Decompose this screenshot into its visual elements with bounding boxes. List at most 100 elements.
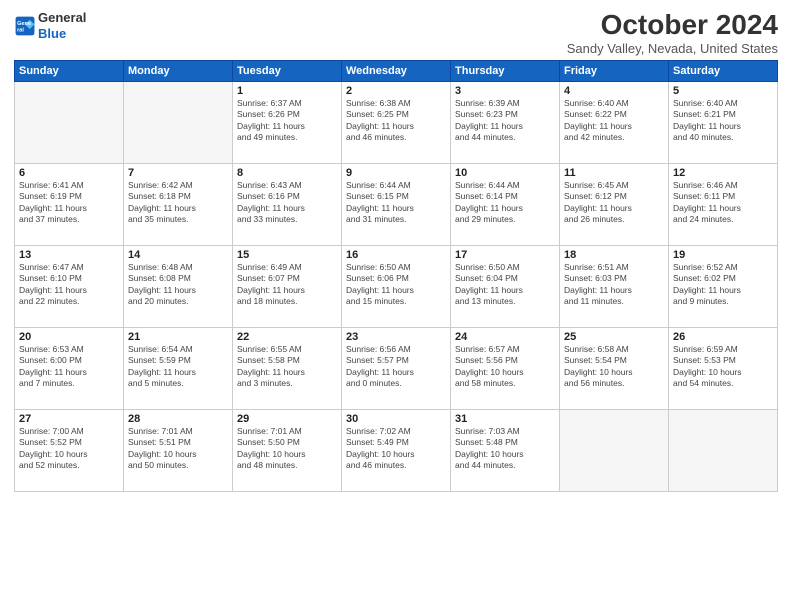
day-number: 20 [19,331,119,343]
day-detail: Sunrise: 6:55 AM Sunset: 5:58 PM Dayligh… [237,344,337,390]
day-detail: Sunrise: 6:45 AM Sunset: 6:12 PM Dayligh… [564,180,664,226]
weekday-header: Friday [560,60,669,81]
calendar-cell: 5Sunrise: 6:40 AM Sunset: 6:21 PM Daylig… [669,81,778,163]
calendar-cell: 12Sunrise: 6:46 AM Sunset: 6:11 PM Dayli… [669,163,778,245]
calendar-cell: 17Sunrise: 6:50 AM Sunset: 6:04 PM Dayli… [451,245,560,327]
title-block: October 2024 Sandy Valley, Nevada, Unite… [567,10,778,56]
logo: Gene ral General Blue [14,10,86,41]
day-detail: Sunrise: 6:56 AM Sunset: 5:57 PM Dayligh… [346,344,446,390]
day-number: 17 [455,249,555,261]
location: Sandy Valley, Nevada, United States [567,41,778,56]
calendar-cell: 29Sunrise: 7:01 AM Sunset: 5:50 PM Dayli… [233,409,342,491]
calendar-cell: 21Sunrise: 6:54 AM Sunset: 5:59 PM Dayli… [124,327,233,409]
day-detail: Sunrise: 6:51 AM Sunset: 6:03 PM Dayligh… [564,262,664,308]
day-detail: Sunrise: 6:57 AM Sunset: 5:56 PM Dayligh… [455,344,555,390]
calendar-cell: 22Sunrise: 6:55 AM Sunset: 5:58 PM Dayli… [233,327,342,409]
day-number: 13 [19,249,119,261]
weekday-header: Thursday [451,60,560,81]
day-detail: Sunrise: 6:50 AM Sunset: 6:06 PM Dayligh… [346,262,446,308]
day-number: 16 [346,249,446,261]
day-number: 22 [237,331,337,343]
day-detail: Sunrise: 6:47 AM Sunset: 6:10 PM Dayligh… [19,262,119,308]
day-detail: Sunrise: 6:48 AM Sunset: 6:08 PM Dayligh… [128,262,228,308]
weekday-header: Tuesday [233,60,342,81]
day-number: 12 [673,167,773,179]
calendar-cell [560,409,669,491]
calendar-cell: 18Sunrise: 6:51 AM Sunset: 6:03 PM Dayli… [560,245,669,327]
day-detail: Sunrise: 6:52 AM Sunset: 6:02 PM Dayligh… [673,262,773,308]
weekday-header: Saturday [669,60,778,81]
day-detail: Sunrise: 6:50 AM Sunset: 6:04 PM Dayligh… [455,262,555,308]
calendar-cell [15,81,124,163]
day-number: 1 [237,85,337,97]
calendar-cell: 30Sunrise: 7:02 AM Sunset: 5:49 PM Dayli… [342,409,451,491]
day-detail: Sunrise: 6:41 AM Sunset: 6:19 PM Dayligh… [19,180,119,226]
day-number: 18 [564,249,664,261]
day-number: 3 [455,85,555,97]
calendar-cell: 28Sunrise: 7:01 AM Sunset: 5:51 PM Dayli… [124,409,233,491]
day-detail: Sunrise: 6:42 AM Sunset: 6:18 PM Dayligh… [128,180,228,226]
calendar-cell: 19Sunrise: 6:52 AM Sunset: 6:02 PM Dayli… [669,245,778,327]
calendar-cell: 15Sunrise: 6:49 AM Sunset: 6:07 PM Dayli… [233,245,342,327]
day-detail: Sunrise: 7:03 AM Sunset: 5:48 PM Dayligh… [455,426,555,472]
header: Gene ral General Blue October 2024 Sandy… [14,10,778,56]
weekday-header-row: SundayMondayTuesdayWednesdayThursdayFrid… [15,60,778,81]
day-detail: Sunrise: 6:40 AM Sunset: 6:21 PM Dayligh… [673,98,773,144]
day-detail: Sunrise: 6:40 AM Sunset: 6:22 PM Dayligh… [564,98,664,144]
calendar-week-row: 6Sunrise: 6:41 AM Sunset: 6:19 PM Daylig… [15,163,778,245]
day-number: 21 [128,331,228,343]
calendar-week-row: 20Sunrise: 6:53 AM Sunset: 6:00 PM Dayli… [15,327,778,409]
calendar-cell: 25Sunrise: 6:58 AM Sunset: 5:54 PM Dayli… [560,327,669,409]
calendar-cell: 9Sunrise: 6:44 AM Sunset: 6:15 PM Daylig… [342,163,451,245]
calendar-cell: 8Sunrise: 6:43 AM Sunset: 6:16 PM Daylig… [233,163,342,245]
calendar-cell: 7Sunrise: 6:42 AM Sunset: 6:18 PM Daylig… [124,163,233,245]
calendar-cell [669,409,778,491]
calendar-cell: 27Sunrise: 7:00 AM Sunset: 5:52 PM Dayli… [15,409,124,491]
day-number: 9 [346,167,446,179]
day-number: 6 [19,167,119,179]
day-detail: Sunrise: 6:54 AM Sunset: 5:59 PM Dayligh… [128,344,228,390]
calendar-week-row: 13Sunrise: 6:47 AM Sunset: 6:10 PM Dayli… [15,245,778,327]
calendar-cell: 11Sunrise: 6:45 AM Sunset: 6:12 PM Dayli… [560,163,669,245]
day-number: 15 [237,249,337,261]
calendar-cell: 3Sunrise: 6:39 AM Sunset: 6:23 PM Daylig… [451,81,560,163]
day-number: 31 [455,413,555,425]
calendar-cell: 4Sunrise: 6:40 AM Sunset: 6:22 PM Daylig… [560,81,669,163]
day-number: 23 [346,331,446,343]
day-number: 30 [346,413,446,425]
day-number: 29 [237,413,337,425]
calendar-cell: 10Sunrise: 6:44 AM Sunset: 6:14 PM Dayli… [451,163,560,245]
calendar-table: SundayMondayTuesdayWednesdayThursdayFrid… [14,60,778,492]
weekday-header: Sunday [15,60,124,81]
logo-line2: Blue [38,26,86,42]
calendar-cell: 13Sunrise: 6:47 AM Sunset: 6:10 PM Dayli… [15,245,124,327]
day-detail: Sunrise: 7:01 AM Sunset: 5:50 PM Dayligh… [237,426,337,472]
calendar-cell: 6Sunrise: 6:41 AM Sunset: 6:19 PM Daylig… [15,163,124,245]
calendar-week-row: 1Sunrise: 6:37 AM Sunset: 6:26 PM Daylig… [15,81,778,163]
day-detail: Sunrise: 6:59 AM Sunset: 5:53 PM Dayligh… [673,344,773,390]
day-number: 5 [673,85,773,97]
day-number: 4 [564,85,664,97]
day-number: 14 [128,249,228,261]
day-detail: Sunrise: 6:49 AM Sunset: 6:07 PM Dayligh… [237,262,337,308]
day-number: 28 [128,413,228,425]
day-detail: Sunrise: 6:38 AM Sunset: 6:25 PM Dayligh… [346,98,446,144]
calendar-cell: 20Sunrise: 6:53 AM Sunset: 6:00 PM Dayli… [15,327,124,409]
day-detail: Sunrise: 6:44 AM Sunset: 6:14 PM Dayligh… [455,180,555,226]
day-number: 26 [673,331,773,343]
calendar-week-row: 27Sunrise: 7:00 AM Sunset: 5:52 PM Dayli… [15,409,778,491]
day-detail: Sunrise: 7:00 AM Sunset: 5:52 PM Dayligh… [19,426,119,472]
day-number: 2 [346,85,446,97]
logo-line1: General [38,10,86,26]
day-detail: Sunrise: 6:58 AM Sunset: 5:54 PM Dayligh… [564,344,664,390]
weekday-header: Monday [124,60,233,81]
day-detail: Sunrise: 6:53 AM Sunset: 6:00 PM Dayligh… [19,344,119,390]
day-detail: Sunrise: 7:02 AM Sunset: 5:49 PM Dayligh… [346,426,446,472]
day-detail: Sunrise: 6:39 AM Sunset: 6:23 PM Dayligh… [455,98,555,144]
calendar-cell: 26Sunrise: 6:59 AM Sunset: 5:53 PM Dayli… [669,327,778,409]
day-number: 8 [237,167,337,179]
page-container: Gene ral General Blue October 2024 Sandy… [0,0,792,498]
day-number: 7 [128,167,228,179]
calendar-cell: 1Sunrise: 6:37 AM Sunset: 6:26 PM Daylig… [233,81,342,163]
day-number: 11 [564,167,664,179]
